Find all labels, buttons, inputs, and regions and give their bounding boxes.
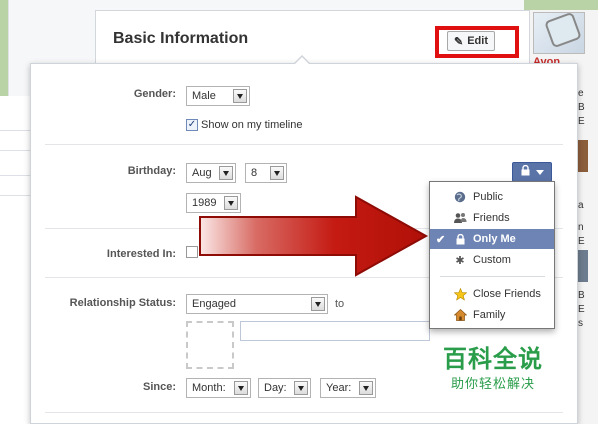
ad-thumbnail[interactable] <box>578 140 588 172</box>
birth-day-select[interactable]: 8 <box>245 163 287 183</box>
globe-icon <box>453 190 467 204</box>
menu-divider <box>440 276 545 277</box>
birthday-label: Birthday: <box>127 165 176 177</box>
ad-text: s <box>578 318 583 329</box>
relationship-select[interactable]: Engaged <box>186 294 328 314</box>
chevron-down-icon <box>233 89 247 103</box>
since-label: Since: <box>142 381 176 393</box>
partner-input[interactable] <box>240 321 430 341</box>
ad-text: B <box>578 102 585 113</box>
panel-caret-inner <box>294 57 310 65</box>
house-icon <box>453 308 467 322</box>
interested-in-checkbox[interactable] <box>186 246 198 258</box>
divider <box>0 150 30 151</box>
edit-button[interactable]: ✎ Edit <box>447 31 495 51</box>
since-year-select[interactable]: Year: <box>320 378 376 398</box>
star-icon <box>453 287 467 301</box>
partner-photo-placeholder <box>186 321 234 369</box>
chevron-down-icon <box>294 381 308 395</box>
ad-text: a <box>578 200 584 211</box>
gender-label: Gender: <box>133 88 176 100</box>
pointer-arrow-icon <box>199 195 429 277</box>
ad-text: B <box>578 290 585 301</box>
chevron-down-icon <box>234 381 248 395</box>
since-year-value: Year: <box>326 382 352 394</box>
privacy-option-label: Friends <box>473 212 510 224</box>
privacy-option-family[interactable]: Family <box>430 305 554 325</box>
ad-text: E <box>578 304 585 315</box>
divider <box>45 144 563 145</box>
since-day-value: Day: <box>264 382 287 394</box>
gear-icon: ✱ <box>455 254 465 267</box>
friends-icon <box>453 211 467 225</box>
edit-label: Edit <box>467 35 488 47</box>
watermark-title: 百科全说 <box>443 346 543 373</box>
relationship-value: Engaged <box>192 298 237 310</box>
divider <box>45 412 563 413</box>
interested-in-label: Interested In: <box>106 248 176 260</box>
ad-text: E <box>578 116 585 127</box>
checkmark-icon: ✔ <box>436 233 446 246</box>
gender-value: Male <box>192 90 216 102</box>
privacy-dropdown-menu: Public Friends ✔ Only Me ✱ Custom Close … <box>429 181 555 329</box>
chevron-down-icon <box>219 166 233 180</box>
privacy-option-label: Only Me <box>473 233 516 245</box>
chevron-down-icon <box>535 166 544 178</box>
privacy-option-label: Custom <box>473 254 511 266</box>
since-day-select[interactable]: Day: <box>258 378 311 398</box>
since-month-select[interactable]: Month: <box>186 378 251 398</box>
birth-month-select[interactable]: Aug <box>186 163 236 183</box>
privacy-option-label: Family <box>473 309 506 321</box>
ad-thumbnail[interactable] <box>578 250 588 282</box>
watermark-subtitle: 助你轻松解决 <box>451 376 536 391</box>
relationship-label: Relationship Status: <box>69 297 176 309</box>
chevron-down-icon <box>270 166 284 180</box>
left-column <box>0 96 30 424</box>
privacy-option-friends[interactable]: Friends <box>430 208 554 228</box>
privacy-option-label: Public <box>473 191 503 203</box>
divider <box>0 195 30 196</box>
privacy-option-label: Close Friends <box>473 288 541 300</box>
birth-month-value: Aug <box>192 167 212 179</box>
show-on-timeline-checkbox[interactable]: ✓ <box>186 119 198 131</box>
section-title: Basic Information <box>113 30 249 47</box>
gender-select[interactable]: Male <box>186 86 250 106</box>
divider <box>0 130 30 131</box>
chevron-down-icon <box>311 297 325 311</box>
privacy-option-close-friends[interactable]: Close Friends <box>430 284 554 304</box>
chevron-down-icon <box>359 381 373 395</box>
pencil-icon: ✎ <box>454 35 464 48</box>
ad-text: n <box>578 222 584 233</box>
birth-day-value: 8 <box>251 167 258 179</box>
privacy-option-custom[interactable]: ✱ Custom <box>430 250 554 270</box>
since-month-value: Month: <box>192 382 226 394</box>
relationship-to-label: to <box>335 298 345 310</box>
privacy-selector-button[interactable] <box>512 162 552 182</box>
ad-text: E <box>578 236 585 247</box>
ad-text: e <box>578 88 584 99</box>
lock-icon <box>453 232 467 246</box>
privacy-option-only-me[interactable]: ✔ Only Me <box>430 229 554 249</box>
lock-icon <box>521 164 530 179</box>
show-on-timeline-label: Show on my timeline <box>201 119 303 131</box>
privacy-option-public[interactable]: Public <box>430 187 554 207</box>
